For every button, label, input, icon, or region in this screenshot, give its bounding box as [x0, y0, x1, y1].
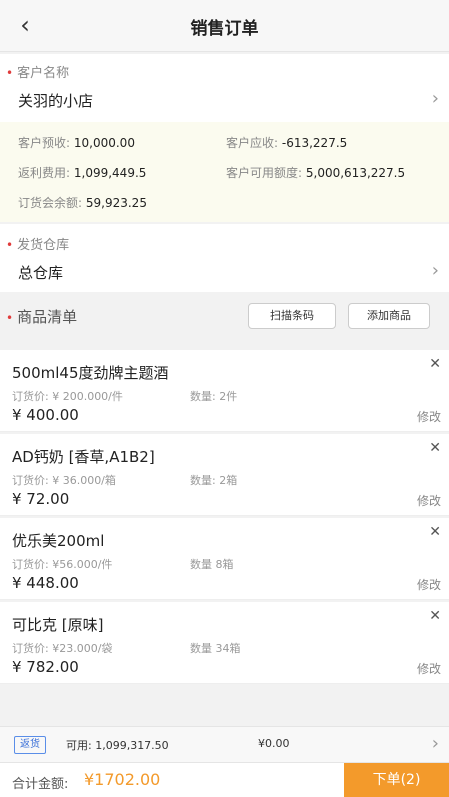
- add-goods-button[interactable]: 添加商品: [348, 303, 430, 329]
- goods-label: 商品清单: [17, 308, 78, 326]
- credit-label: 客户可用额度:: [226, 166, 303, 180]
- receivable-label: 客户应收:: [226, 136, 279, 150]
- item-total: ¥ 72.00: [12, 490, 70, 508]
- total-label: 合计金额:: [12, 777, 69, 792]
- chevron-right-icon: ›: [431, 88, 439, 109]
- item-quantity: 数量: 2件: [190, 390, 238, 403]
- customer-value: 关羽的小店: [18, 92, 94, 110]
- nav-header: ‹ 销售订单: [0, 0, 449, 52]
- item-quantity: 数量 8箱: [190, 558, 234, 571]
- return-goods-bar[interactable]: 返货 可用: 1,099,317.50 ¥0.00 ›: [0, 726, 449, 762]
- item-name: 500ml45度劲牌主题酒: [12, 364, 169, 382]
- available-amount: 可用: 1,099,317.50: [66, 739, 169, 752]
- item-total: ¥ 782.00: [12, 658, 79, 676]
- item-price: 订货价: ¥23.000/袋: [12, 642, 113, 655]
- credit-value: 5,000,613,227.5: [305, 166, 406, 180]
- close-icon[interactable]: ✕: [429, 524, 441, 540]
- warehouse-value: 总仓库: [18, 264, 64, 282]
- close-icon[interactable]: ✕: [429, 356, 441, 372]
- warehouse-selector[interactable]: • 发货仓库 总仓库 ›: [0, 224, 449, 292]
- balance-value: 59,923.25: [85, 196, 147, 210]
- edit-link[interactable]: 修改: [417, 492, 441, 509]
- submit-order-button[interactable]: 下单(2): [344, 763, 449, 797]
- item-total: ¥ 400.00: [12, 406, 79, 424]
- edit-link[interactable]: 修改: [417, 660, 441, 677]
- scan-barcode-button[interactable]: 扫描条码: [248, 303, 336, 329]
- item-quantity: 数量: 2箱: [190, 474, 238, 487]
- list-item[interactable]: 500ml45度劲牌主题酒 订货价: ¥ 200.000/件 数量: 2件 ¥ …: [0, 350, 449, 432]
- item-price: 订货价: ¥56.000/件: [12, 558, 113, 571]
- customer-selector[interactable]: • 客户名称 关羽的小店 ›: [0, 54, 449, 122]
- chevron-right-icon: ›: [431, 260, 439, 281]
- edit-link[interactable]: 修改: [417, 408, 441, 425]
- item-price: 订货价: ¥ 36.000/箱: [12, 474, 116, 487]
- rebate-value: 1,099,449.5: [73, 166, 147, 180]
- edit-link[interactable]: 修改: [417, 576, 441, 593]
- item-name: 优乐美200ml: [12, 532, 105, 550]
- goods-list-header: • 商品清单 扫描条码 添加商品: [0, 292, 449, 348]
- item-quantity: 数量 34箱: [190, 642, 241, 655]
- return-tag: 返货: [14, 736, 46, 754]
- close-icon[interactable]: ✕: [429, 608, 441, 624]
- close-icon[interactable]: ✕: [429, 440, 441, 456]
- customer-label: 客户名称: [17, 66, 70, 81]
- list-item[interactable]: 可比克 [原味] 订货价: ¥23.000/袋 数量 34箱 ¥ 782.00 …: [0, 602, 449, 684]
- item-price: 订货价: ¥ 200.000/件: [12, 390, 123, 403]
- balance-label: 订货会余额:: [18, 196, 83, 210]
- prepaid-value: 10,000.00: [73, 136, 135, 150]
- item-name: AD钙奶 [香草,A1B2]: [12, 448, 155, 466]
- receivable-value: -613,227.5: [281, 136, 348, 150]
- prepaid-label: 客户预收:: [18, 136, 71, 150]
- list-item[interactable]: 优乐美200ml 订货价: ¥56.000/件 数量 8箱 ¥ 448.00 ✕…: [0, 518, 449, 600]
- rebate-label: 返利费用:: [18, 166, 71, 180]
- customer-info-panel: 客户预收: 10,000.00 客户应收: -613,227.5 返利费用: 1…: [0, 122, 449, 222]
- item-total: ¥ 448.00: [12, 574, 79, 592]
- warehouse-label: 发货仓库: [17, 238, 70, 253]
- page-title: 销售订单: [190, 19, 259, 39]
- return-amount: ¥0.00: [258, 737, 290, 750]
- order-footer: 合计金额: ¥1702.00 下单(2): [0, 762, 449, 797]
- total-value: ¥1702.00: [84, 770, 161, 789]
- chevron-right-icon: ›: [431, 733, 439, 754]
- item-name: 可比克 [原味]: [12, 616, 104, 634]
- list-item[interactable]: AD钙奶 [香草,A1B2] 订货价: ¥ 36.000/箱 数量: 2箱 ¥ …: [0, 434, 449, 516]
